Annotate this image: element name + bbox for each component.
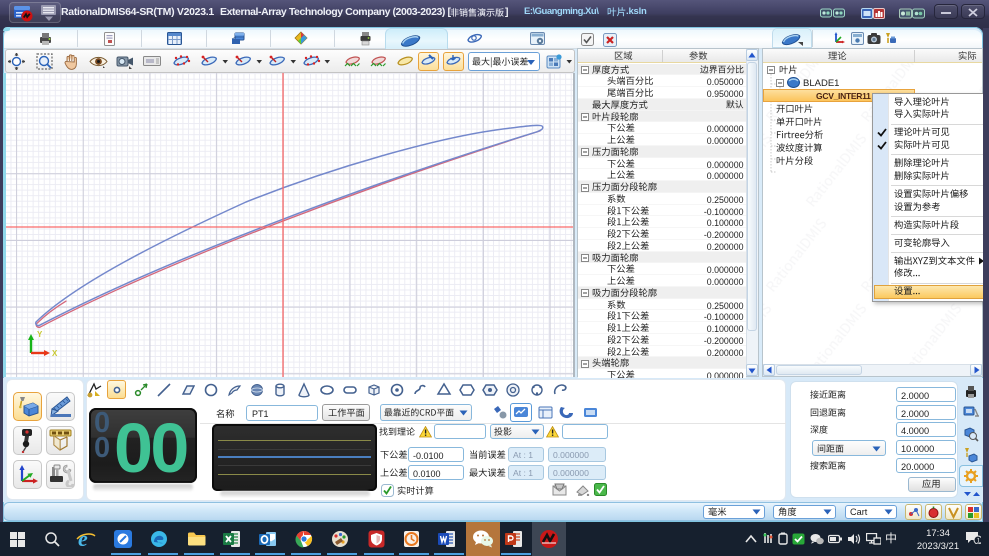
svg-text:Y: Y [37,330,43,339]
svg-text:X: X [52,349,58,358]
svg-text:1: 1 [977,538,981,544]
